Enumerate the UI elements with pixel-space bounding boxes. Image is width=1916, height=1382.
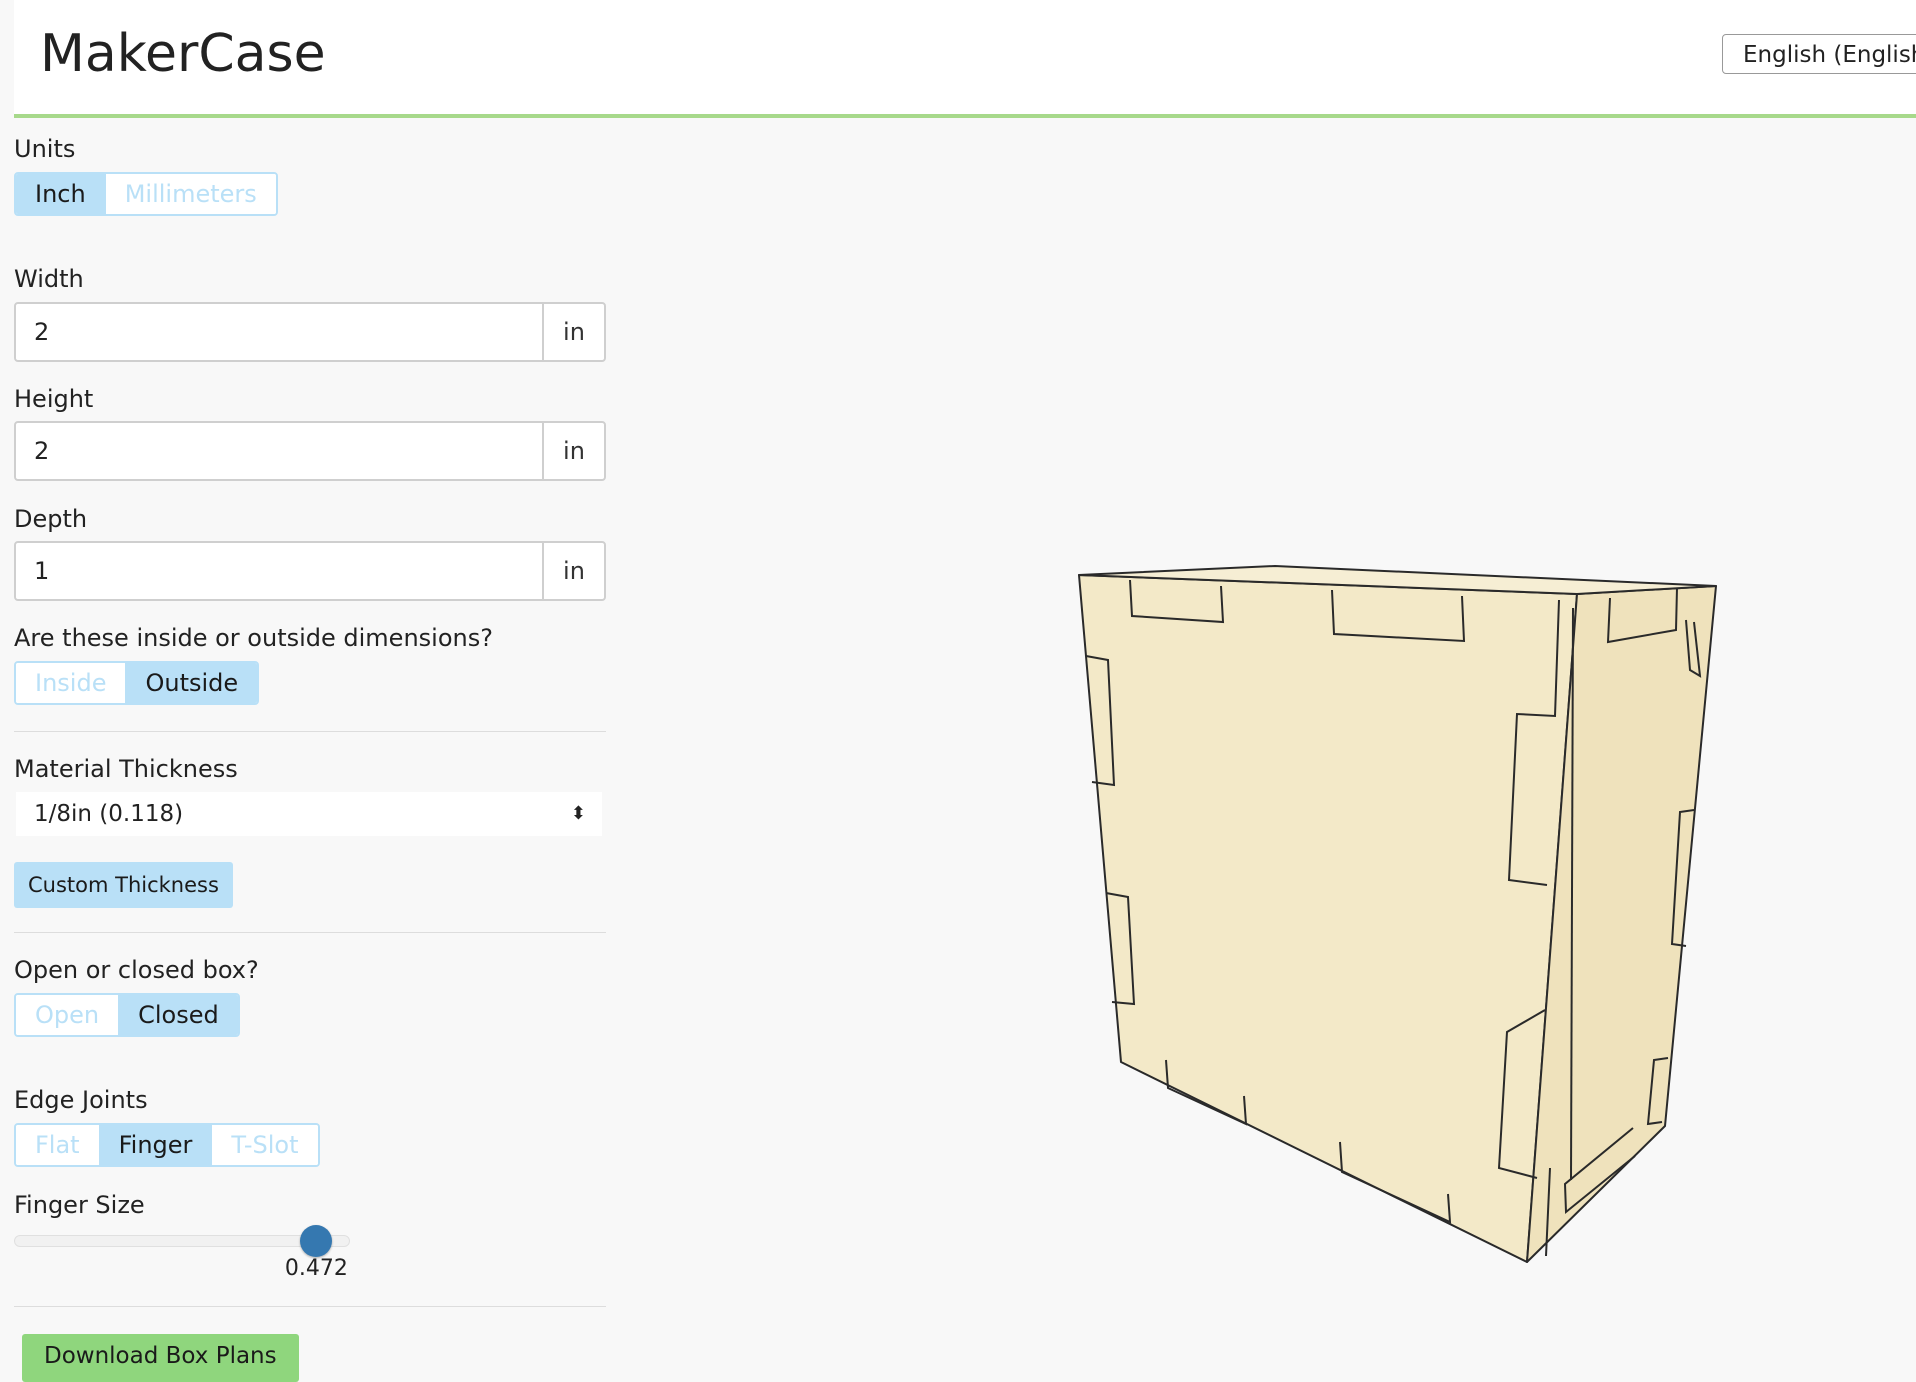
depth-field: 1 in (14, 541, 606, 601)
width-unit: in (542, 304, 604, 360)
dimension-type-toggle: Inside Outside (14, 661, 260, 705)
app-header: MakerCase English (English) (14, 0, 1916, 118)
custom-thickness-button[interactable]: Custom Thickness (14, 862, 233, 908)
box-3d-viewer[interactable] (640, 120, 1916, 1376)
edge-joints-toggle: Flat Finger T-Slot (14, 1123, 320, 1167)
height-input[interactable]: 2 (16, 423, 542, 479)
box-open-option[interactable]: Open (16, 995, 119, 1035)
width-field: 2 in (14, 302, 606, 362)
divider (14, 1306, 606, 1307)
material-thickness-select[interactable]: 1/8in (0.118) ⬍ (16, 792, 602, 836)
select-arrows-icon: ⬍ (570, 803, 586, 824)
height-label: Height (14, 385, 94, 413)
box-3d-render (1078, 565, 1717, 1263)
width-label: Width (14, 265, 84, 293)
finger-size-slider-handle[interactable] (300, 1225, 333, 1257)
box-type-toggle: Open Closed (14, 993, 240, 1037)
finger-size-label: Finger Size (14, 1191, 145, 1219)
material-thickness-value: 1/8in (0.118) (34, 801, 184, 827)
divider (14, 932, 606, 933)
height-unit: in (542, 423, 604, 479)
download-box-plans-button[interactable]: Download Box Plans (22, 1334, 299, 1382)
edge-tslot-option[interactable]: T-Slot (211, 1125, 318, 1165)
edge-flat-option[interactable]: Flat (16, 1125, 99, 1165)
finger-size-value: 0.472 (284, 1256, 348, 1281)
dimension-type-label: Are these inside or outside dimensions? (14, 624, 493, 652)
app-title: MakerCase (40, 24, 326, 84)
height-field: 2 in (14, 421, 606, 481)
units-toggle: Inch Millimeters (14, 172, 278, 216)
box-front-face (1078, 574, 1578, 1263)
language-select[interactable]: English (English) (1722, 34, 1916, 74)
units-inch-option[interactable]: Inch (16, 174, 105, 214)
width-input[interactable]: 2 (16, 304, 542, 360)
units-millimeters-option[interactable]: Millimeters (104, 174, 276, 214)
box-type-label: Open or closed box? (14, 956, 259, 984)
units-label: Units (14, 135, 76, 163)
material-thickness-label: Material Thickness (14, 755, 238, 783)
divider (14, 731, 606, 732)
depth-unit: in (542, 543, 604, 599)
edge-finger-option[interactable]: Finger (98, 1125, 212, 1165)
edge-joints-label: Edge Joints (14, 1086, 148, 1114)
dimension-outside-option[interactable]: Outside (125, 663, 258, 703)
box-closed-option[interactable]: Closed (118, 995, 238, 1035)
depth-label: Depth (14, 505, 88, 533)
depth-input[interactable]: 1 (16, 543, 542, 599)
dimension-inside-option[interactable]: Inside (16, 663, 126, 703)
